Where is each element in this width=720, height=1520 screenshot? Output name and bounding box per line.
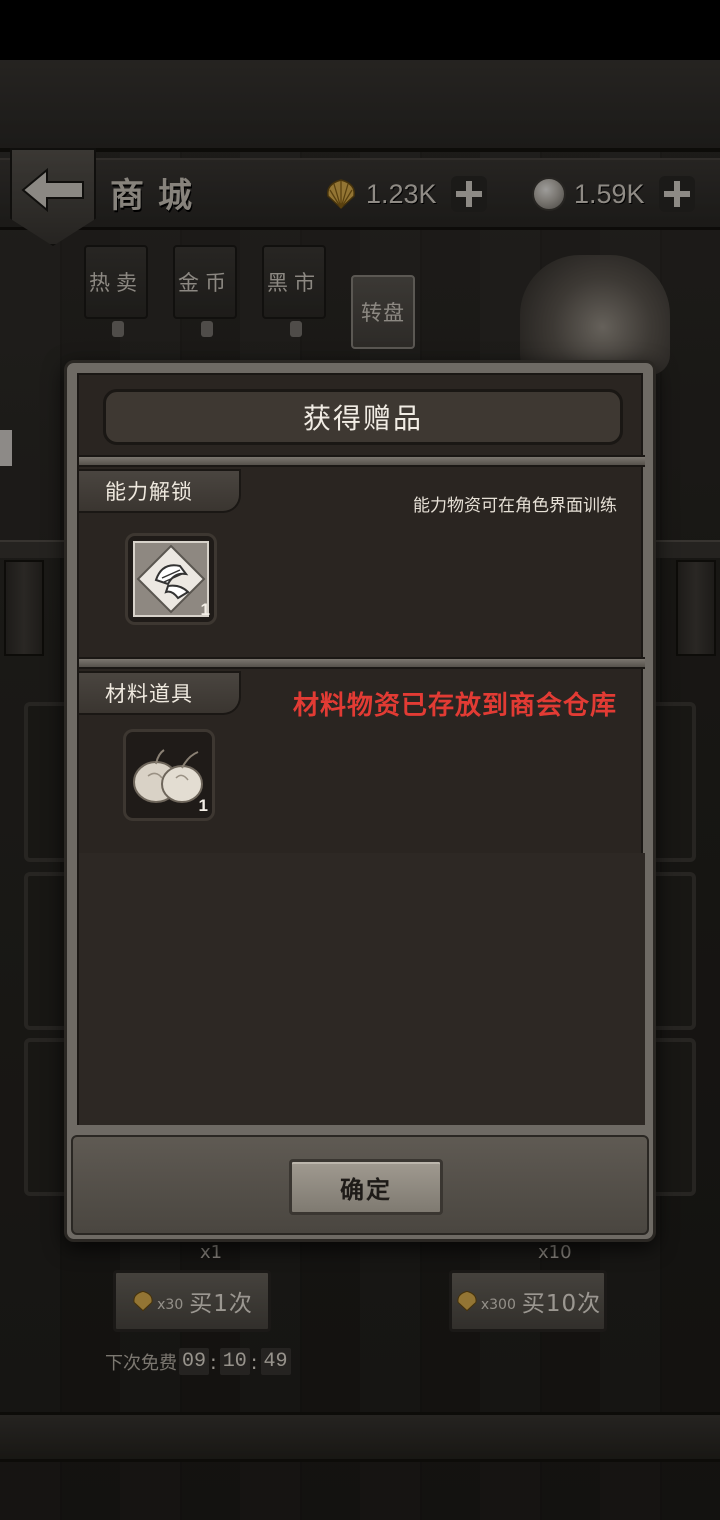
divider [79,455,645,467]
gift-modal: 获得赠品 能力解锁 能力物资可在角色界面训练 1 材料道具 材料物资已存放到商会… [64,360,656,1242]
section-note-material: 材料物资已存放到商会仓库 [292,691,617,721]
section-label-material: 材料道具 [79,671,241,715]
status-bar [0,0,720,60]
item-slot-material[interactable]: 1 [123,729,215,821]
item-count: 1 [198,796,208,815]
modal-content: 获得赠品 能力解锁 能力物资可在角色界面训练 1 材料道具 材料物资已存放到商会… [77,373,645,1125]
modal-title: 获得赠品 [103,389,623,445]
section-label-ability: 能力解锁 [79,469,241,513]
divider [79,657,645,669]
confirm-button[interactable]: 确定 [289,1159,443,1215]
empty-area [79,853,645,1125]
modal-footer: 确定 [71,1135,649,1235]
section-note-ability: 能力物资可在角色界面训练 [413,496,617,516]
item-count: 1 [200,600,210,619]
item-slot-ability[interactable]: 1 [125,533,217,625]
